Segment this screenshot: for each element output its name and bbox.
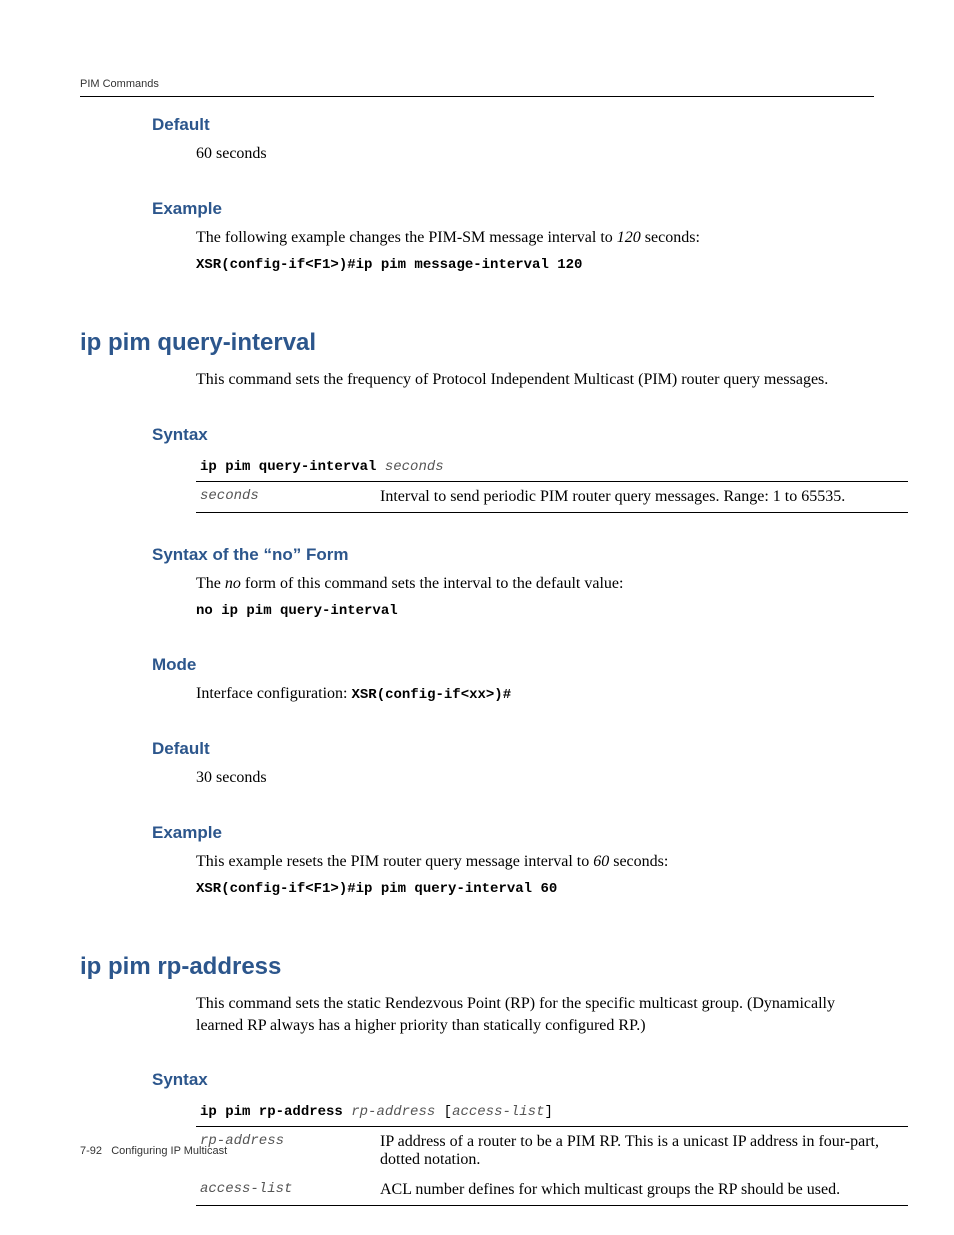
- page-number: 7-92: [80, 1145, 102, 1157]
- example-text-italic: 120: [617, 229, 641, 246]
- section-example-heading: Example: [80, 199, 874, 219]
- example2-text-a: This example resets the PIM router query…: [196, 853, 593, 870]
- command-heading-rp-address: ip pim rp-address: [80, 953, 874, 981]
- example-text: The following example changes the PIM-SM…: [80, 227, 874, 249]
- example-code: XSR(config-if<F1>)#ip pim message-interv…: [80, 256, 874, 275]
- syntax-param-name: seconds: [196, 481, 376, 512]
- example-heading-2: Example: [80, 823, 874, 843]
- syntax2-param1-desc: IP address of a router to be a PIM RP. T…: [376, 1127, 908, 1176]
- syntax-param-desc: Interval to send periodic PIM router que…: [376, 481, 908, 512]
- example2-text-italic: 60: [593, 853, 609, 870]
- syntax-heading-2: Syntax: [80, 1070, 874, 1090]
- syntax2-cmd-i2: access-list: [452, 1104, 544, 1120]
- mode-text-code: XSR(config-if<xx>)#: [351, 687, 511, 703]
- no-form-heading: Syntax of the “no” Form: [80, 545, 874, 565]
- default-heading-2: Default: [80, 739, 874, 759]
- syntax-cmd-italic: seconds: [385, 459, 444, 475]
- syntax2-param-row-1: rp-address IP address of a router to be …: [196, 1127, 908, 1176]
- example-code-2: XSR(config-if<F1>)#ip pim query-interval…: [80, 880, 874, 899]
- no-form-text-a: The: [196, 575, 225, 592]
- command-heading-query-interval: ip pim query-interval: [80, 329, 874, 357]
- syntax-cmd-bold: ip pim query-interval: [200, 459, 385, 475]
- syntax-command-row: ip pim query-interval seconds: [196, 453, 908, 482]
- no-form-text: The no form of this command sets the int…: [80, 573, 874, 595]
- footer-title: Configuring IP Multicast: [111, 1145, 227, 1157]
- example2-text-b: seconds:: [609, 853, 668, 870]
- example-text-2: This example resets the PIM router query…: [80, 851, 874, 873]
- command-description-2: This command sets the static Rendezvous …: [80, 993, 874, 1036]
- example-text-b: seconds:: [641, 229, 700, 246]
- syntax2-cmd-rb: ]: [544, 1104, 552, 1120]
- no-form-text-b: form of this command sets the interval t…: [241, 575, 624, 592]
- section-default-heading: Default: [80, 115, 874, 135]
- running-header: PIM Commands: [80, 78, 874, 90]
- default-value-2: 30 seconds: [80, 767, 874, 789]
- syntax2-cmd-lb: [: [444, 1104, 452, 1120]
- page: PIM Commands Default 60 seconds Example …: [0, 0, 954, 1235]
- syntax2-param2-desc: ACL number defines for which multicast g…: [376, 1175, 908, 1206]
- command-description: This command sets the frequency of Proto…: [80, 369, 874, 391]
- syntax-heading: Syntax: [80, 425, 874, 445]
- mode-text: Interface configuration: XSR(config-if<x…: [80, 683, 874, 705]
- syntax-table-2: ip pim rp-address rp-address [access-lis…: [196, 1098, 908, 1206]
- syntax2-param-row-2: access-list ACL number defines for which…: [196, 1175, 908, 1206]
- syntax-param-row: seconds Interval to send periodic PIM ro…: [196, 481, 908, 512]
- no-form-code: no ip pim query-interval: [80, 602, 874, 621]
- syntax-table: ip pim query-interval seconds seconds In…: [196, 453, 908, 513]
- default-value: 60 seconds: [80, 143, 874, 165]
- syntax2-cmd-i1: rp-address: [351, 1104, 443, 1120]
- page-footer: 7-92 Configuring IP Multicast: [80, 1145, 227, 1157]
- header-rule: [80, 96, 874, 97]
- example-text-a: The following example changes the PIM-SM…: [196, 229, 617, 246]
- syntax2-cmd-bold: ip pim rp-address: [200, 1104, 351, 1120]
- no-form-text-italic: no: [225, 575, 241, 592]
- syntax-command-row-2: ip pim rp-address rp-address [access-lis…: [196, 1098, 908, 1127]
- mode-heading: Mode: [80, 655, 874, 675]
- mode-text-a: Interface configuration:: [196, 685, 351, 702]
- syntax2-param2-name: access-list: [196, 1175, 376, 1206]
